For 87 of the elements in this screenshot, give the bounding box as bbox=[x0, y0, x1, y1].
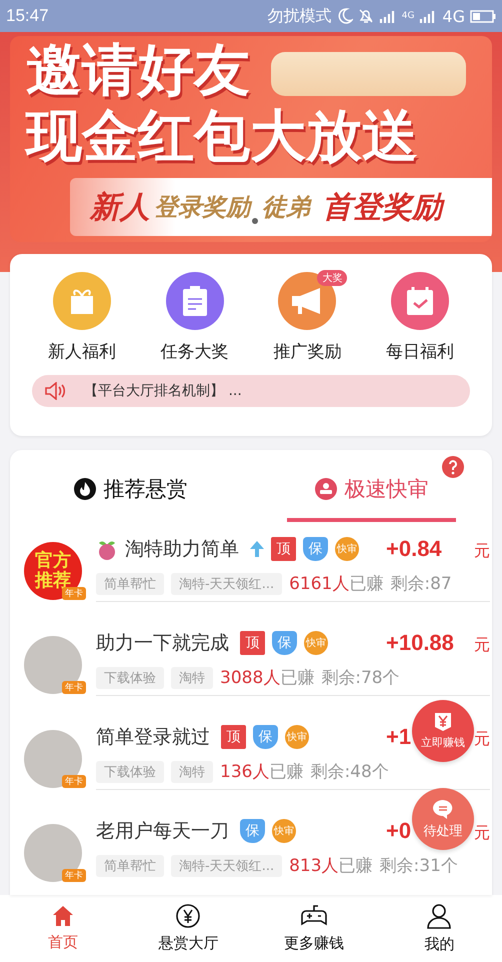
chat-bubble-icon bbox=[432, 798, 454, 818]
task-title[interactable]: 简单登录就过 bbox=[96, 724, 210, 750]
task-tag: 淘特 bbox=[171, 666, 213, 688]
earned-count: 813人 bbox=[289, 856, 339, 876]
year-card-badge: 年卡 bbox=[62, 587, 86, 600]
remaining-count: 剩余:87 bbox=[390, 573, 452, 595]
task-badge: 快审 bbox=[304, 631, 328, 655]
status-mode: 勿扰模式 bbox=[268, 6, 332, 26]
reward-unit: 元 bbox=[474, 729, 490, 750]
task-tag: 简单帮忙 bbox=[96, 854, 164, 876]
earned-label: 已赚 bbox=[349, 574, 384, 594]
banner-title: 邀请好友 bbox=[26, 40, 250, 102]
task-tag: 简单帮忙 bbox=[96, 572, 164, 594]
remaining-count: 剩余:31个 bbox=[380, 855, 458, 877]
home-icon bbox=[52, 905, 74, 927]
remaining-count: 剩余:48个 bbox=[310, 761, 389, 783]
shortcut-label[interactable]: 推广奖励 bbox=[273, 340, 342, 363]
shortcut-label[interactable]: 任务大奖 bbox=[160, 340, 229, 363]
nav-tab[interactable]: 更多赚钱 bbox=[251, 895, 376, 962]
gamepad-icon bbox=[300, 904, 327, 928]
calendar-icon bbox=[404, 286, 435, 316]
remaining-count: 剩余:78个 bbox=[321, 667, 400, 689]
user-icon bbox=[427, 903, 452, 929]
reward-amount: +0.84 bbox=[386, 536, 442, 562]
task-badge: 顶 bbox=[240, 631, 265, 655]
notice-bar[interactable]: 【平台大厅排名机制】 ... bbox=[32, 375, 470, 407]
banner-slogan: 徒弟 bbox=[262, 192, 310, 223]
up-arrow-icon bbox=[250, 541, 264, 557]
task-badge: 保 bbox=[253, 725, 278, 749]
banner-slogan: 新人 bbox=[90, 188, 150, 226]
earned-count: 136人 bbox=[220, 762, 270, 782]
reward-unit: 元 bbox=[474, 635, 490, 656]
nav-tab[interactable]: 首页 bbox=[0, 895, 126, 962]
task-badge: 顶 bbox=[221, 725, 246, 749]
yen-icon bbox=[432, 712, 454, 732]
task-title[interactable]: 老用户每天一刀 bbox=[96, 818, 229, 844]
yen-coin-icon bbox=[176, 904, 200, 928]
reward-unit: 元 bbox=[474, 541, 490, 562]
shortcut-label[interactable]: 新人福利 bbox=[48, 340, 116, 363]
network-label: 4G bbox=[402, 11, 414, 21]
task-badge: 保 bbox=[272, 631, 297, 655]
earned-count: 6161人 bbox=[289, 574, 350, 594]
banner-title: 现金红包大放送 bbox=[26, 106, 418, 168]
task-tag: 淘特-天天领红... bbox=[171, 854, 282, 876]
year-card-badge: 年卡 bbox=[62, 681, 86, 694]
earned-label: 已赚 bbox=[280, 668, 314, 688]
task-badge: 顶 bbox=[271, 537, 296, 561]
task-tag: 下载体验 bbox=[96, 760, 164, 782]
task-tag: 淘特 bbox=[171, 760, 213, 782]
notice-text: 【平台大厅排名机制】 ... bbox=[84, 382, 242, 400]
promo-banner[interactable]: 邀请好友 现金红包大放送 新人 登录奖励 徒弟 首登奖励 bbox=[10, 36, 492, 242]
earned-label: 已赚 bbox=[338, 856, 373, 876]
task-tag: 下载体验 bbox=[96, 666, 164, 688]
banner-slogan: 登录奖励 bbox=[154, 191, 250, 223]
task-badge: 保 bbox=[240, 819, 265, 843]
help-icon[interactable] bbox=[442, 456, 464, 478]
network-label: 4G bbox=[442, 6, 465, 26]
task-tag: 淘特-天天领红... bbox=[171, 572, 282, 594]
nav-tab[interactable]: 我的 bbox=[376, 895, 502, 962]
reward-amount: +1 bbox=[386, 724, 412, 750]
speaker-icon bbox=[44, 382, 66, 400]
year-card-badge: 年卡 bbox=[62, 869, 86, 882]
task-badge: 快审 bbox=[285, 725, 309, 749]
task-badge: 保 bbox=[303, 537, 328, 561]
bell-off-icon bbox=[358, 8, 374, 24]
earned-label: 已赚 bbox=[269, 762, 304, 782]
task-title[interactable]: 助力一下就完成 bbox=[96, 630, 229, 656]
year-card-badge: 年卡 bbox=[62, 775, 86, 788]
list-tab[interactable]: 极速快审 bbox=[287, 460, 456, 522]
stamp-icon bbox=[314, 478, 336, 500]
shortcut-label[interactable]: 每日福利 bbox=[386, 340, 454, 363]
earned-count: 3088人 bbox=[220, 668, 280, 688]
signal-icon bbox=[378, 9, 397, 23]
status-time: 15:47 bbox=[6, 6, 50, 26]
list-tab[interactable]: 推荐悬赏 bbox=[46, 460, 215, 522]
reward-unit: 元 bbox=[474, 823, 490, 844]
reward-amount: +0 bbox=[386, 818, 412, 844]
clipboard-icon bbox=[182, 285, 208, 317]
moon-icon bbox=[336, 8, 353, 24]
task-title[interactable]: 淘特助力简单 bbox=[125, 536, 239, 562]
reward-amount: +10.88 bbox=[386, 630, 454, 656]
prize-badge: 大奖 bbox=[317, 270, 348, 286]
nav-tab[interactable]: 悬赏大厅 bbox=[126, 895, 251, 962]
fire-icon bbox=[74, 478, 96, 500]
battery-icon bbox=[470, 10, 496, 22]
task-badge: 快审 bbox=[272, 819, 296, 843]
task-badge: 快审 bbox=[335, 537, 359, 561]
